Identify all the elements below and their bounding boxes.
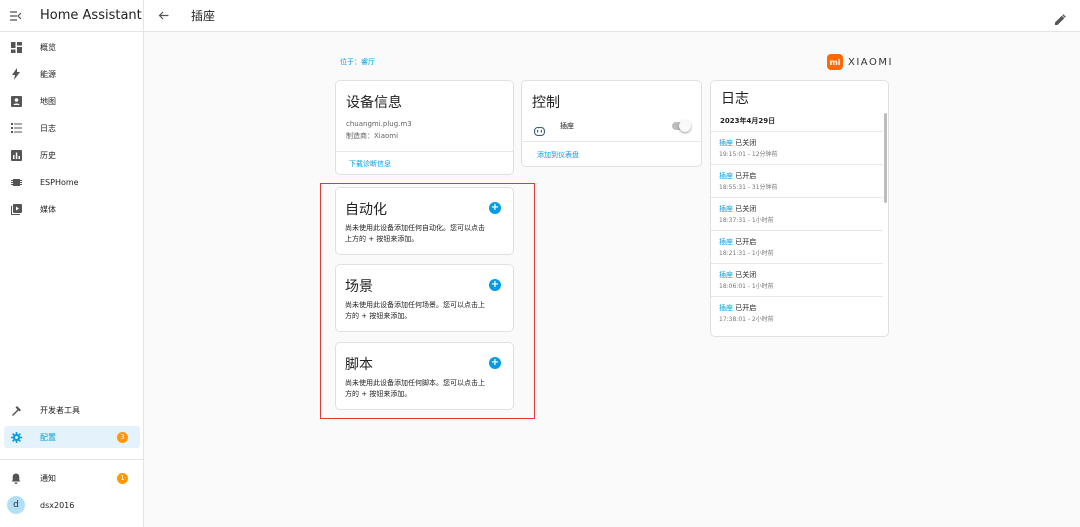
sidebar-item-label: 日志 — [40, 123, 56, 133]
device-info-title: 设备信息 — [346, 95, 402, 111]
user-name: dsx2016 — [40, 500, 75, 510]
area-link[interactable]: 位于：睿厅 — [340, 57, 375, 67]
log-time: 18:06:01 - 1小时前 — [719, 283, 774, 290]
sidebar-item-label: 媒体 — [40, 204, 56, 214]
log-state: 已开启 — [735, 304, 757, 312]
sidebar-item-label: 能源 — [40, 69, 56, 79]
log-state: 已开启 — [735, 238, 757, 246]
list-item: 插座 已关闭 18:37:31 - 1小时前 — [711, 197, 883, 230]
media-icon — [4, 203, 28, 215]
device-manufacturer: 制造商：Xiaomi — [346, 132, 399, 140]
brand-logo: mi XIAOMI — [827, 54, 893, 70]
add-to-dashboard-link[interactable]: 添加到仪表盘 — [537, 150, 579, 160]
sidebar-item-label: 开发者工具 — [40, 405, 80, 415]
control-card: 控制 插座 添加到仪表盘 — [521, 80, 702, 167]
log-entity-link[interactable]: 插座 — [719, 304, 733, 312]
map-account-icon — [4, 95, 28, 107]
sidebar-item-map[interactable]: 地图 — [4, 90, 140, 112]
top-bar: 插座 — [144, 0, 1080, 32]
bell-icon — [4, 473, 28, 484]
log-time: 19:15:01 - 12分钟前 — [719, 151, 778, 158]
log-entity-link[interactable]: 插座 — [719, 172, 733, 180]
sidebar-item-developer-tools[interactable]: 开发者工具 — [4, 399, 140, 421]
socket-icon — [534, 121, 545, 140]
list-item: 插座 已开启 18:55:31 - 31分钟前 — [711, 164, 883, 197]
log-state: 已关闭 — [735, 205, 757, 213]
config-badge: 3 — [117, 431, 128, 443]
list-item: 插座 已关闭 18:06:01 - 1小时前 — [711, 263, 883, 296]
log-entity-link[interactable]: 插座 — [719, 139, 733, 147]
app-title: Home Assistant — [40, 8, 142, 23]
sidebar-item-energy[interactable]: 能源 — [4, 63, 140, 85]
device-info-card: 设备信息 chuangmi.plug.m3 制造商：Xiaomi 下载诊断信息 — [335, 80, 514, 175]
gear-icon — [4, 431, 28, 443]
sidebar-item-user[interactable]: d dsx2016 — [4, 494, 140, 516]
sidebar-item-overview[interactable]: 概览 — [4, 36, 140, 58]
log-time: 18:21:31 - 1小时前 — [719, 250, 774, 257]
list-item: 插座 已关闭 19:15:01 - 12分钟前 — [711, 131, 883, 164]
log-state: 已关闭 — [735, 271, 757, 279]
sidebar-item-esphome[interactable]: ESPHome — [4, 171, 140, 193]
sidebar-item-label: 配置 — [40, 432, 56, 442]
list-item: 插座 已开启 18:21:31 - 1小时前 — [711, 230, 883, 263]
sidebar-divider — [0, 459, 143, 460]
log-entity-link[interactable]: 插座 — [719, 205, 733, 213]
logbook-date: 2023年4月29日 — [720, 117, 776, 125]
xiaomi-logo-icon: mi — [827, 54, 843, 70]
log-entry-text: 插座 已关闭 — [719, 270, 756, 280]
lightning-icon — [4, 68, 28, 80]
hammer-icon — [4, 405, 28, 416]
device-model: chuangmi.plug.m3 — [346, 120, 412, 128]
log-entry-text: 插座 已关闭 — [719, 138, 756, 148]
sidebar-header: Home Assistant — [0, 0, 143, 32]
avatar: d — [7, 496, 25, 514]
sidebar-item-history[interactable]: 历史 — [4, 144, 140, 166]
log-time: 18:55:31 - 31分钟前 — [719, 184, 778, 191]
control-title: 控制 — [532, 95, 560, 111]
sidebar: Home Assistant 概览 能源 地图 日志 历史 ESPHome 媒体… — [0, 0, 144, 527]
log-entity-link[interactable]: 插座 — [719, 238, 733, 246]
sidebar-item-config[interactable]: 配置 3 — [4, 426, 140, 448]
logbook-card: 日志 2023年4月29日 插座 已关闭 19:15:01 - 12分钟前 插座… — [710, 80, 889, 337]
log-time: 18:37:31 - 1小时前 — [719, 217, 774, 224]
sidebar-item-label: ESPHome — [40, 177, 79, 187]
back-arrow-icon[interactable] — [158, 11, 172, 20]
control-entity-name: 插座 — [560, 122, 574, 130]
highlight-box — [320, 183, 535, 419]
socket-toggle[interactable] — [672, 120, 691, 132]
list-item: 插座 已开启 17:38:01 - 2小时前 — [711, 296, 883, 329]
sidebar-item-notifications[interactable]: 通知 1 — [4, 467, 140, 489]
log-state: 已关闭 — [735, 139, 757, 147]
card-divider — [522, 141, 701, 142]
download-diagnostics-link[interactable]: 下载诊断信息 — [349, 159, 391, 169]
card-divider — [336, 151, 513, 152]
sidebar-item-media[interactable]: 媒体 — [4, 198, 140, 220]
sidebar-item-label: 概览 — [40, 42, 56, 52]
notifications-badge: 1 — [117, 472, 128, 484]
log-time: 17:38:01 - 2小时前 — [719, 316, 774, 323]
menu-collapse-icon[interactable] — [0, 10, 32, 21]
log-entry-text: 插座 已开启 — [719, 237, 756, 247]
log-entry-text: 插座 已关闭 — [719, 204, 756, 214]
chart-box-icon — [4, 149, 28, 161]
log-entry-text: 插座 已开启 — [719, 171, 756, 181]
logbook-list: 插座 已关闭 19:15:01 - 12分钟前 插座 已开启 18:55:31 … — [711, 131, 883, 335]
logbook-title: 日志 — [721, 91, 749, 107]
log-entry-text: 插座 已开启 — [719, 303, 756, 313]
brand-name: XIAOMI — [848, 56, 893, 68]
dashboard-icon — [4, 41, 28, 53]
log-state: 已开启 — [735, 172, 757, 180]
pencil-icon[interactable] — [1055, 10, 1066, 29]
logbook-scrollbar[interactable] — [884, 113, 887, 203]
sidebar-item-label: 地图 — [40, 96, 56, 106]
log-entity-link[interactable]: 插座 — [719, 271, 733, 279]
sidebar-item-logbook[interactable]: 日志 — [4, 117, 140, 139]
list-icon — [4, 123, 28, 133]
page-title: 插座 — [191, 9, 216, 23]
user-avatar: d — [4, 496, 28, 514]
sidebar-item-label: 历史 — [40, 150, 56, 160]
sidebar-item-label: 通知 — [40, 473, 56, 483]
chip-icon — [4, 177, 28, 188]
